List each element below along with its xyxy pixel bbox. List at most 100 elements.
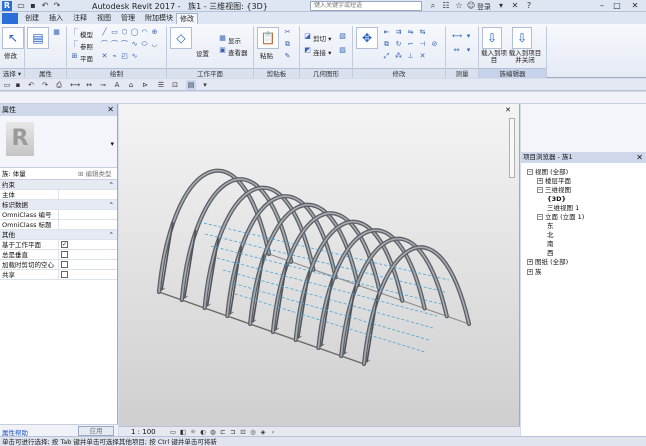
maximize-button[interactable]: □: [610, 0, 624, 11]
draw-circle-icon[interactable]: ◯: [130, 28, 139, 37]
arc2-icon[interactable]: ⌒: [110, 40, 119, 49]
type-properties-icon[interactable]: ▦: [52, 28, 61, 37]
chevron-down-icon[interactable]: ▾: [110, 140, 114, 148]
customize-qat-icon[interactable]: ▾: [200, 80, 210, 90]
viewer-icon[interactable]: ▣: [218, 46, 227, 55]
property-group-row[interactable]: 标识数据 ⌃: [0, 200, 117, 210]
spline-through-icon[interactable]: ∿: [130, 52, 139, 61]
property-row[interactable]: 主体: [0, 190, 117, 200]
communication-icon[interactable]: ☷: [441, 1, 451, 11]
close-hidden-icon[interactable]: ⊡: [170, 80, 180, 90]
load-into-project-button[interactable]: ⇩: [482, 27, 502, 49]
collapse-icon[interactable]: ⌃: [109, 230, 114, 240]
mirror-axis-icon[interactable]: ⇆: [418, 28, 427, 37]
sign-in-label[interactable]: 登录: [477, 2, 491, 12]
modify-button[interactable]: ↖: [2, 27, 24, 49]
browser-tree-item[interactable]: + 楼层平面: [537, 177, 571, 185]
navigation-bar[interactable]: [509, 118, 515, 178]
tab-insert[interactable]: 插入: [46, 13, 66, 24]
property-row[interactable]: 加载时剪切的空心: [0, 260, 117, 270]
close-button[interactable]: ✕: [628, 0, 642, 11]
redo-qat-icon[interactable]: ↷: [40, 80, 50, 90]
copy-icon[interactable]: ⧉: [283, 40, 292, 49]
browser-tree-item[interactable]: 三维视图 1: [547, 204, 579, 212]
property-row[interactable]: OmniClass 标题: [0, 220, 117, 230]
chevron-down-icon-2[interactable]: ▾: [464, 46, 473, 55]
dimension-icon[interactable]: ↔: [452, 46, 461, 55]
pick-line-icon[interactable]: ⌁: [110, 52, 119, 61]
file-menu-icon[interactable]: [2, 13, 18, 24]
show-workplane-icon[interactable]: ▦: [218, 34, 227, 43]
geometry-tool-icon[interactable]: ▧: [338, 32, 347, 41]
collapse-icon[interactable]: ⌃: [109, 180, 114, 190]
chevron-down-icon[interactable]: ▾: [496, 1, 506, 11]
open-icon[interactable]: ▭: [16, 1, 26, 11]
pin-icon[interactable]: ⊥: [406, 52, 415, 61]
tab-view[interactable]: 视图: [94, 13, 114, 24]
tab-modify[interactable]: 修改: [176, 13, 198, 24]
property-row[interactable]: 共享: [0, 270, 117, 280]
user-icon[interactable]: ☺: [466, 1, 476, 11]
browser-tree-item[interactable]: − 立面 (立面 1): [537, 213, 584, 221]
tab-annotate[interactable]: 注释: [70, 13, 90, 24]
dimension-qat-icon[interactable]: ↔: [84, 80, 94, 90]
paste-label[interactable]: 粘贴: [260, 50, 273, 60]
unpin-icon[interactable]: ⊘: [430, 40, 439, 49]
collapse-icon[interactable]: −: [537, 187, 543, 193]
trim-icon[interactable]: ⌐: [406, 40, 415, 49]
browser-tree-item[interactable]: 北: [547, 231, 554, 239]
property-value[interactable]: [58, 210, 116, 220]
property-group-row[interactable]: 其他 ⌃: [0, 230, 117, 240]
rotate-icon[interactable]: ↻: [394, 40, 403, 49]
section-icon[interactable]: ⊳: [140, 80, 150, 90]
browser-tree-item[interactable]: − 三维视图: [537, 186, 571, 194]
arc3-icon[interactable]: ⌒: [120, 40, 129, 49]
browser-tree-item[interactable]: − 视图 (全部): [527, 168, 568, 176]
property-checkbox[interactable]: [61, 271, 68, 278]
thin-lines-icon[interactable]: ☰: [156, 80, 166, 90]
paste-button[interactable]: 📋: [257, 27, 279, 49]
load-and-close-button[interactable]: ⇩: [512, 27, 532, 49]
model-line-label[interactable]: 模型: [80, 29, 93, 39]
expand-icon[interactable]: +: [537, 178, 543, 184]
browser-tree-item[interactable]: 东: [547, 222, 554, 230]
redo-icon[interactable]: ↷: [52, 1, 62, 11]
star-icon[interactable]: ☆: [454, 1, 464, 11]
join-geometry-label[interactable]: 连接 ▾: [313, 47, 331, 57]
match-icon[interactable]: ✎: [283, 52, 292, 61]
delete-icon[interactable]: ✕: [418, 52, 427, 61]
collapse-icon[interactable]: ⌃: [109, 200, 114, 210]
search-icon[interactable]: ⌕: [428, 1, 438, 11]
property-group-row[interactable]: 约束 ⌃: [0, 180, 117, 190]
minimize-button[interactable]: –: [595, 0, 609, 11]
help-icon[interactable]: ?: [524, 1, 534, 11]
model-line-icon[interactable]: ⎾: [70, 28, 79, 37]
property-value[interactable]: [58, 260, 116, 270]
chevron-down-icon[interactable]: ▾: [464, 32, 473, 41]
save-icon[interactable]: ▪: [28, 1, 38, 11]
load-and-close-label[interactable]: 载入到项目并关闭: [506, 50, 544, 64]
mass-model-drawing[interactable]: [119, 104, 520, 426]
browser-tree-item[interactable]: 南: [547, 240, 554, 248]
set-workplane-button[interactable]: ◇: [170, 27, 192, 49]
reference-plane-icon[interactable]: ⊞: [70, 52, 79, 61]
scale-icon[interactable]: ⤢: [382, 52, 391, 61]
move-button[interactable]: ✥: [356, 27, 378, 49]
search-input[interactable]: 键入关键字或短语: [310, 1, 422, 11]
collapse-icon[interactable]: −: [537, 214, 543, 220]
property-checkbox[interactable]: [61, 251, 68, 258]
cut-geometry-icon[interactable]: ◪: [303, 32, 312, 41]
split-icon[interactable]: ⊣: [418, 40, 427, 49]
viewer-label[interactable]: 查看器: [228, 47, 248, 57]
draw-polygon-icon[interactable]: ⬡: [120, 28, 129, 37]
undo-icon[interactable]: ↶: [40, 1, 50, 11]
offset-icon[interactable]: ⇉: [394, 28, 403, 37]
set-label[interactable]: 设置: [196, 48, 209, 58]
browser-tree-item[interactable]: {3D}: [547, 195, 566, 203]
property-row[interactable]: OmniClass 编号: [0, 210, 117, 220]
draw-arc-icon[interactable]: ◠: [140, 28, 149, 37]
property-checkbox[interactable]: ✓: [61, 241, 68, 248]
revit-logo-icon[interactable]: R: [2, 1, 12, 11]
measure-qat-icon[interactable]: ⟷: [70, 80, 80, 90]
panel-label-select[interactable]: 选择 ▾: [0, 68, 24, 78]
